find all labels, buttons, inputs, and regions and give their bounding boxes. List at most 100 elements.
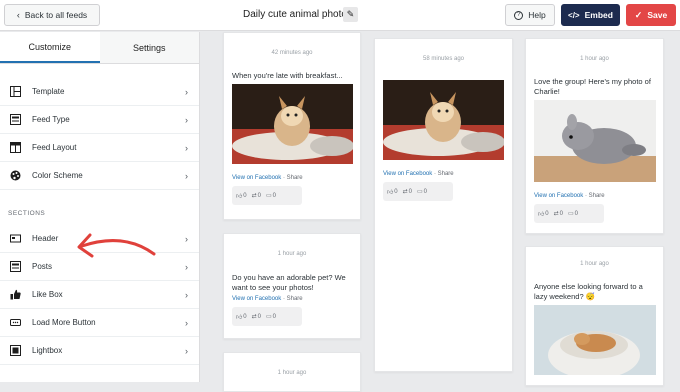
sidebar-item-label: Color Scheme bbox=[32, 171, 83, 180]
template-icon bbox=[10, 86, 21, 97]
sections-heading: SECTIONS bbox=[8, 210, 46, 217]
separator-dot: · bbox=[433, 171, 436, 177]
like-count: 0 bbox=[394, 188, 398, 195]
share-link[interactable]: Share bbox=[287, 175, 303, 181]
tab-customize[interactable]: Customize bbox=[0, 32, 100, 63]
back-to-all-feeds-button[interactable]: ‹ Back to all feeds bbox=[4, 4, 100, 26]
chevron-right-icon: › bbox=[185, 261, 188, 272]
comment-icon[interactable]: ▭ bbox=[568, 210, 574, 217]
sidebar-item-label: Feed Type bbox=[32, 115, 70, 124]
view-on-facebook-link[interactable]: View on Facebook bbox=[232, 175, 281, 181]
share-count: 0 bbox=[257, 313, 261, 320]
sidebar-item-template[interactable]: Template › bbox=[0, 78, 199, 106]
chevron-right-icon: › bbox=[185, 86, 188, 97]
post-caption: When you're late with breakfast... bbox=[232, 71, 343, 80]
chevron-right-icon: › bbox=[185, 170, 188, 181]
like-icon[interactable]: 👍︎ bbox=[236, 192, 242, 200]
post-card: 1 hour ago Love the group! Here's my pho… bbox=[525, 38, 664, 234]
reactions-bar: 👍︎ 0 ⇄ 0 ▭ 0 bbox=[383, 182, 453, 201]
cat-photo bbox=[232, 84, 354, 169]
annotation-arrow bbox=[77, 233, 156, 258]
view-on-facebook-link[interactable]: View on Facebook bbox=[534, 193, 583, 199]
feed-title: Daily cute animal photo bbox=[243, 9, 347, 20]
cat-photo bbox=[383, 80, 505, 165]
sidebar-item-feed-layout[interactable]: Feed Layout › bbox=[0, 134, 199, 162]
sidebar-item-lightbox[interactable]: Lightbox › bbox=[0, 337, 199, 365]
cat-in-basket-photo bbox=[534, 305, 656, 380]
embed-button[interactable]: </> Embed bbox=[561, 4, 620, 26]
share-link[interactable]: Share bbox=[287, 296, 303, 302]
share-link[interactable]: Share bbox=[589, 193, 605, 199]
view-on-facebook-link[interactable]: View on Facebook bbox=[383, 171, 432, 177]
chevron-right-icon: › bbox=[185, 114, 188, 125]
post-time: 42 minutes ago bbox=[271, 50, 313, 56]
post-meta: View on Facebook · Share bbox=[526, 193, 663, 199]
reactions-bar: 👍︎ 0 ⇄ 0 ▭ 0 bbox=[534, 204, 604, 223]
post-meta: View on Facebook · Share bbox=[224, 296, 360, 302]
sidebar-item-label: Template bbox=[32, 87, 65, 96]
sidebar-item-label: Lightbox bbox=[32, 346, 63, 355]
like-icon[interactable]: 👍︎ bbox=[387, 188, 393, 196]
post-meta: View on Facebook · Share bbox=[224, 175, 360, 181]
lightbox-icon bbox=[10, 345, 21, 356]
chevron-left-icon: ‹ bbox=[16, 10, 20, 20]
post-card: 1 hour ago Do you have an adorable pet? … bbox=[223, 233, 361, 339]
comment-count: 0 bbox=[574, 210, 579, 217]
comment-icon[interactable]: ▭ bbox=[266, 192, 272, 199]
help-label: Help bbox=[528, 10, 546, 20]
like-count: 0 bbox=[243, 192, 247, 199]
customizer-sidebar: Customize Settings Template › Feed Type … bbox=[0, 32, 200, 382]
share-icon[interactable]: ⇄ bbox=[554, 210, 559, 217]
checkmark-icon: ✓ bbox=[634, 9, 643, 20]
posts-icon bbox=[10, 261, 21, 272]
sidebar-item-feed-type[interactable]: Feed Type › bbox=[0, 106, 199, 134]
comment-icon[interactable]: ▭ bbox=[417, 188, 423, 195]
post-time: 1 hour ago bbox=[580, 261, 609, 267]
separator-dot: · bbox=[282, 175, 285, 181]
feed-type-icon bbox=[10, 114, 21, 125]
comment-count: 0 bbox=[272, 313, 277, 320]
share-icon[interactable]: ⇄ bbox=[252, 313, 257, 320]
tab-settings[interactable]: Settings bbox=[100, 32, 200, 63]
separator-dot: · bbox=[282, 296, 285, 302]
share-icon[interactable]: ⇄ bbox=[403, 188, 408, 195]
chevron-right-icon: › bbox=[185, 233, 188, 244]
post-time: 1 hour ago bbox=[277, 251, 307, 257]
sidebar-item-color-scheme[interactable]: Color Scheme › bbox=[0, 162, 199, 190]
comment-icon[interactable]: ▭ bbox=[266, 313, 272, 320]
view-on-facebook-link[interactable]: View on Facebook bbox=[232, 296, 281, 302]
like-count: 0 bbox=[243, 313, 247, 320]
post-card: 1 hour ago Anyone else looking forward t… bbox=[525, 246, 664, 386]
post-card: 58 minutes ago View on Facebook · Share … bbox=[374, 38, 513, 372]
sidebar-item-label: Like Box bbox=[32, 290, 63, 299]
share-link[interactable]: Share bbox=[438, 171, 454, 177]
post-time: 58 minutes ago bbox=[422, 56, 465, 62]
comment-count: 0 bbox=[423, 188, 428, 195]
help-button[interactable]: ? Help bbox=[505, 4, 555, 26]
save-label: Save bbox=[647, 10, 668, 20]
like-icon[interactable]: 👍︎ bbox=[538, 210, 544, 218]
feed-layout-icon bbox=[10, 142, 21, 153]
post-card: 42 minutes ago When you're late with bre… bbox=[223, 32, 361, 220]
sidebar-item-label: Feed Layout bbox=[32, 143, 77, 152]
pencil-icon[interactable]: ✎ bbox=[343, 7, 358, 22]
post-caption: Do you have an adorable pet? We want to … bbox=[232, 273, 346, 292]
post-card: 1 hour ago bbox=[223, 352, 361, 392]
save-button[interactable]: ✓ Save bbox=[626, 4, 676, 26]
palette-icon bbox=[10, 170, 21, 181]
back-label: Back to all feeds bbox=[24, 10, 88, 20]
share-icon[interactable]: ⇄ bbox=[252, 192, 257, 199]
like-icon[interactable]: 👍︎ bbox=[236, 313, 242, 321]
sidebar-item-load-more-button[interactable]: Load More Button › bbox=[0, 309, 199, 337]
post-meta: View on Facebook · Share bbox=[375, 171, 512, 177]
post-time: 1 hour ago bbox=[277, 370, 307, 376]
sidebar-item-like-box[interactable]: Like Box › bbox=[0, 281, 199, 309]
load-more-icon bbox=[10, 317, 21, 328]
sidebar-tabs: Customize Settings bbox=[0, 32, 199, 64]
share-count: 0 bbox=[559, 210, 563, 217]
reactions-bar: 👍︎ 0 ⇄ 0 ▭ 0 bbox=[232, 307, 302, 326]
help-circle-icon: ? bbox=[514, 10, 524, 20]
chevron-right-icon: › bbox=[185, 289, 188, 300]
post-caption: Anyone else looking forward to a lazy we… bbox=[534, 282, 643, 301]
chevron-right-icon: › bbox=[185, 317, 188, 328]
